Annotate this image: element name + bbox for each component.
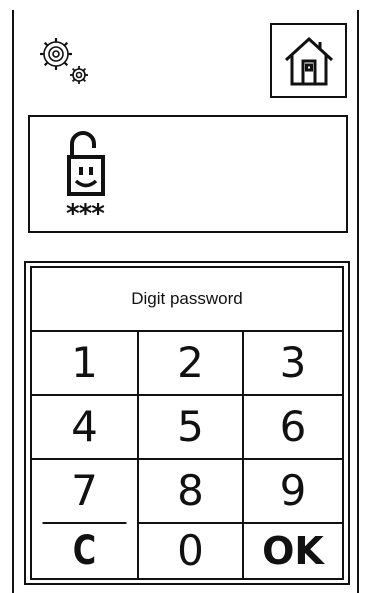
key-9[interactable]: 9 — [242, 458, 342, 522]
key-2[interactable]: 2 — [137, 330, 242, 394]
password-mask: *** — [66, 199, 105, 229]
key-8[interactable]: 8 — [137, 458, 242, 522]
password-prompt: Digit password — [131, 289, 243, 308]
key-6[interactable]: 6 — [242, 394, 342, 458]
key-7[interactable]: 7 — [32, 458, 137, 522]
keypad-inner-frame: Digit password 1 2 3 4 5 6 7 8 9 C 0 OK — [30, 266, 344, 580]
key-3[interactable]: 3 — [242, 330, 342, 394]
key-5[interactable]: 5 — [137, 394, 242, 458]
lock-status-panel: *** — [28, 115, 348, 233]
settings-gears-icon[interactable] — [34, 36, 94, 92]
unlocked-smiley-lock-icon — [67, 131, 105, 196]
ok-button[interactable]: OK — [242, 522, 342, 578]
keypad-panel: Digit password 1 2 3 4 5 6 7 8 9 C 0 OK — [24, 261, 350, 585]
right-frame-line — [357, 10, 359, 593]
home-button[interactable] — [270, 23, 347, 98]
home-icon — [284, 36, 334, 86]
left-frame-line — [12, 10, 14, 593]
key-4[interactable]: 4 — [32, 394, 137, 458]
key-0[interactable]: 0 — [137, 522, 242, 578]
key-1[interactable]: 1 — [32, 330, 137, 394]
clear-button[interactable]: C — [42, 522, 127, 578]
keypad-grid: 1 2 3 4 5 6 7 8 9 C 0 OK — [32, 330, 342, 578]
